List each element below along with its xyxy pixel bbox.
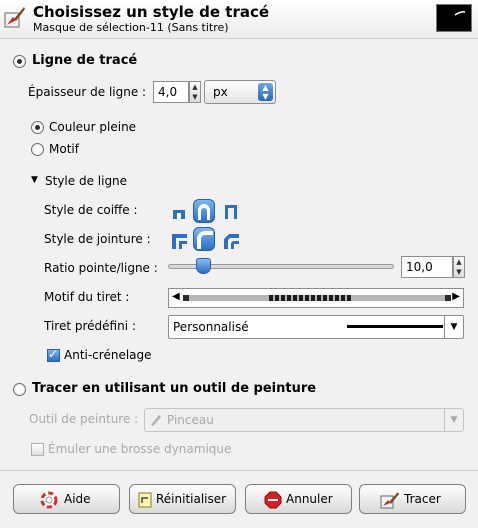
miter-limit-stepper[interactable]: ▲ ▼ xyxy=(453,256,465,278)
dash-right-arrow-icon[interactable]: ▶ xyxy=(452,291,460,302)
brush-icon xyxy=(151,415,161,426)
dash-preset-select[interactable]: Personnalisé ▼ xyxy=(168,315,464,339)
dash-pattern-label: Motif du tiret : xyxy=(44,290,130,304)
help-label: Aide xyxy=(64,492,91,506)
chevron-updown-icon: ▲ ▼ xyxy=(258,83,273,101)
solid-color-label: Couleur pleine xyxy=(49,120,137,134)
chevron-down-icon: ▼ xyxy=(444,316,463,338)
selection-preview-icon xyxy=(436,4,472,32)
stroke-line-radio[interactable] xyxy=(13,55,26,68)
stroke-dialog: Choisissez un style de tracé Masque de s… xyxy=(0,0,478,528)
stroke-tool-icon xyxy=(4,7,25,28)
join-miter-icon[interactable] xyxy=(171,233,187,249)
stop-icon xyxy=(264,491,282,509)
cap-style-label: Style de coiffe : xyxy=(44,203,138,217)
emulate-dynamics-checkbox[interactable] xyxy=(31,443,44,456)
paint-tool-select[interactable]: Pinceau ▼ xyxy=(144,408,464,432)
expander-arrow-icon[interactable]: ▼ xyxy=(31,175,38,185)
stroke-button[interactable]: Tracer xyxy=(359,484,466,514)
dialog-header: Choisissez un style de tracé Masque de s… xyxy=(0,0,478,39)
join-round-icon[interactable] xyxy=(193,227,215,251)
reset-button[interactable]: Réinitialiser xyxy=(129,484,236,514)
dash-segment xyxy=(269,295,351,301)
miter-limit-handle[interactable] xyxy=(195,258,211,274)
cancel-label: Annuler xyxy=(286,492,333,506)
unit-value: px xyxy=(213,85,228,99)
paint-tool-value: Pinceau xyxy=(167,413,214,427)
cancel-button[interactable]: Annuler xyxy=(245,484,352,514)
miter-limit-input[interactable]: 10,0 xyxy=(401,256,453,278)
cap-butt-icon[interactable] xyxy=(171,205,187,221)
dash-pattern-track[interactable] xyxy=(183,295,451,301)
cap-square-icon[interactable] xyxy=(223,203,239,219)
miter-limit-label: Ratio pointe/ligne : xyxy=(44,261,158,275)
stroke-tool-icon xyxy=(380,492,399,509)
dash-preset-label: Tiret prédéfini : xyxy=(44,319,136,333)
antialias-label: Anti-crénelage xyxy=(64,348,152,362)
help-icon xyxy=(40,491,58,509)
paint-tool-label: Outil de peinture : xyxy=(29,412,139,426)
separator xyxy=(0,470,478,471)
stroke-label: Tracer xyxy=(404,492,441,506)
line-style-expander[interactable]: Style de ligne xyxy=(45,174,127,188)
reset-icon xyxy=(138,492,152,508)
dialog-subtitle: Masque de sélection-11 (Sans titre) xyxy=(33,21,229,34)
join-bevel-icon[interactable] xyxy=(223,233,239,249)
help-button[interactable]: Aide xyxy=(13,484,120,514)
line-width-stepper[interactable]: ▲ ▼ xyxy=(189,81,201,103)
dash-segment xyxy=(445,295,451,301)
join-style-label: Style de jointure : xyxy=(44,232,151,246)
dash-pattern-editor[interactable]: ◀ ▶ xyxy=(168,288,464,308)
pattern-radio[interactable] xyxy=(31,143,44,156)
dash-preset-preview xyxy=(347,325,443,328)
line-width-input[interactable]: 4,0 xyxy=(153,81,189,103)
paint-tool-radio[interactable] xyxy=(13,383,26,396)
paint-tool-section-label: Tracer en utilisant un outil de peinture xyxy=(32,381,317,396)
dash-preset-value: Personnalisé xyxy=(173,320,249,334)
unit-select[interactable]: px ▲ ▼ xyxy=(204,80,276,104)
pattern-label: Motif xyxy=(49,142,79,156)
reset-label: Réinitialiser xyxy=(156,492,227,506)
antialias-checkbox[interactable] xyxy=(47,347,60,362)
dash-left-arrow-icon[interactable]: ◀ xyxy=(172,291,180,302)
solid-color-radio[interactable] xyxy=(31,121,44,134)
dialog-title: Choisissez un style de tracé xyxy=(33,3,270,21)
emulate-dynamics-label: Émuler une brosse dynamique xyxy=(48,442,232,456)
line-width-label: Épaisseur de ligne : xyxy=(28,85,147,99)
dash-segment xyxy=(183,295,189,301)
chevron-down-icon: ▼ xyxy=(444,409,463,431)
stroke-line-label: Ligne de tracé xyxy=(32,53,138,68)
cap-round-icon[interactable] xyxy=(193,199,215,223)
